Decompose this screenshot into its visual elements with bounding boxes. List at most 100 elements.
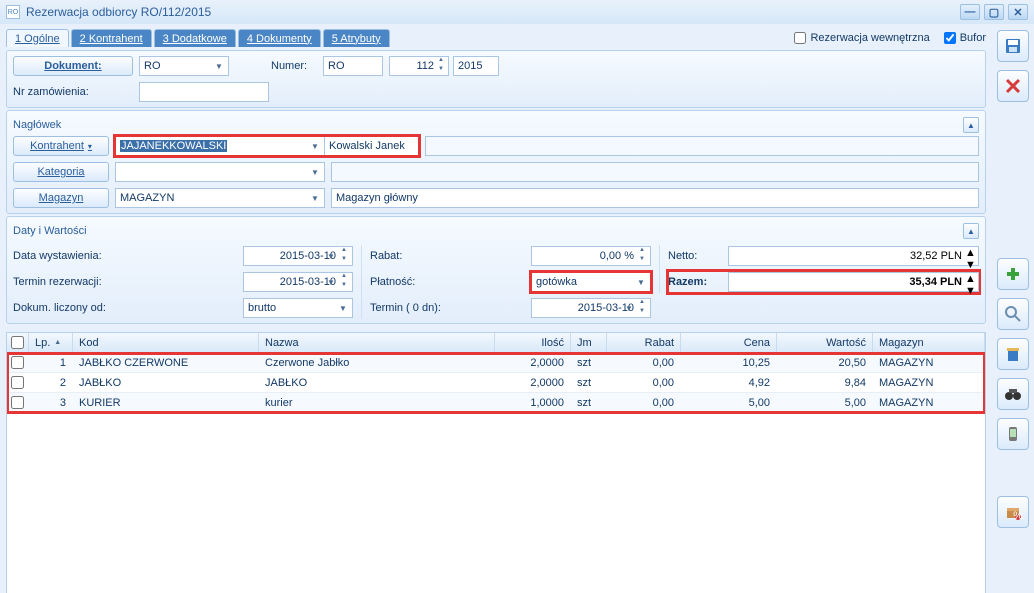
- magazyn-button[interactable]: Magazyn: [13, 188, 109, 208]
- numer-label: Numer:: [271, 60, 317, 72]
- spin-down-icon[interactable]: ▼: [435, 66, 447, 75]
- numer-year-input[interactable]: [453, 56, 499, 76]
- collapse-naglowek-button[interactable]: ▲: [963, 117, 979, 133]
- dokument-button[interactable]: Dokument:: [13, 56, 133, 76]
- chevron-down-icon[interactable]: ▼: [622, 304, 636, 313]
- tab-kontrahent[interactable]: 2 Kontrahent: [71, 29, 152, 47]
- chevron-down-icon[interactable]: ▾: [88, 142, 92, 151]
- kategoria-desc-field: [331, 162, 979, 182]
- cancel-icon: [1004, 77, 1022, 95]
- find-button[interactable]: [997, 378, 1029, 410]
- rabat-label: Rabat:: [370, 250, 430, 262]
- tab-dodatkowe[interactable]: 3 Dodatkowe: [154, 29, 236, 47]
- table-row[interactable]: 2JABŁKOJABŁKO2,0000szt0,004,929,84MAGAZY…: [7, 373, 985, 393]
- magazyn-name-field: Magazyn główny: [331, 188, 979, 208]
- termin-label: Termin ( 0 dn):: [370, 302, 470, 314]
- save-icon: [1004, 37, 1022, 55]
- table-row[interactable]: 3KURIERkurier1,0000szt0,005,005,00MAGAZY…: [7, 393, 985, 413]
- tab-ogolne[interactable]: 1 Ogólne: [6, 29, 69, 47]
- tab-dokumenty[interactable]: 4 Dokumenty: [238, 29, 321, 47]
- dokument-combo[interactable]: RO▼: [139, 56, 229, 76]
- col-lp[interactable]: Lp.: [29, 333, 73, 352]
- kategoria-combo[interactable]: ▼: [115, 162, 325, 182]
- chevron-down-icon[interactable]: ▼: [634, 278, 648, 287]
- dokum-label: Dokum. liczony od:: [13, 302, 113, 314]
- binoculars-icon: [1004, 385, 1022, 403]
- razem-value[interactable]: 35,34 PLN▲▼: [728, 272, 979, 292]
- close-button[interactable]: ✕: [1008, 4, 1028, 20]
- select-all-checkbox[interactable]: [11, 336, 24, 349]
- numer-prefix-input[interactable]: [323, 56, 383, 76]
- trash-icon: [1004, 345, 1022, 363]
- chevron-down-icon[interactable]: ▼: [212, 62, 226, 71]
- netto-value[interactable]: 32,52 PLN▲▼: [728, 246, 979, 266]
- chevron-down-icon[interactable]: ▼: [336, 304, 350, 313]
- col-wartosc[interactable]: Wartość: [777, 333, 873, 352]
- rabat-field[interactable]: 0,00 %▲▼: [531, 246, 651, 266]
- platnosc-combo[interactable]: gotówka▼: [531, 272, 651, 292]
- add-button[interactable]: [997, 258, 1029, 290]
- app-icon: RO: [6, 5, 20, 19]
- daty-header: Daty i Wartości ▲: [13, 221, 979, 241]
- box-icon: %: [1004, 503, 1022, 521]
- save-button[interactable]: [997, 30, 1029, 62]
- data-wyst-field[interactable]: ▼2015-03-10▲▼: [243, 246, 353, 266]
- termin-rez-field[interactable]: ▼2015-03-10▲▼: [243, 272, 353, 292]
- bufor-checkbox[interactable]: Bufor: [944, 32, 986, 44]
- row-checkbox[interactable]: [11, 396, 24, 409]
- razem-row: Razem:35,34 PLN▲▼: [668, 271, 979, 293]
- row-checkbox[interactable]: [11, 376, 24, 389]
- data-wyst-label: Data wystawienia:: [13, 250, 113, 262]
- minimize-button[interactable]: —: [960, 4, 980, 20]
- naglowek-header: Nagłówek ▲: [13, 115, 979, 135]
- title-bar: RO Rezerwacja odbiorcy RO/112/2015 — ▢ ✕: [0, 0, 1034, 24]
- termin-field[interactable]: ▼2015-03-10▲▼: [531, 298, 651, 318]
- spin-up-icon[interactable]: ▲: [435, 57, 447, 66]
- kontrahent-button[interactable]: Kontrahent▾: [13, 136, 109, 156]
- tabs: 1 Ogólne 2 Kontrahent 3 Dodatkowe 4 Doku…: [6, 29, 390, 47]
- search-button[interactable]: [997, 298, 1029, 330]
- platnosc-label: Płatność:: [370, 276, 430, 288]
- chevron-down-icon[interactable]: ▼: [324, 252, 338, 261]
- phone-icon: [1004, 425, 1022, 443]
- phone-button[interactable]: [997, 418, 1029, 450]
- magnifier-icon: [1004, 305, 1022, 323]
- window-title: Rezerwacja odbiorcy RO/112/2015: [26, 5, 956, 19]
- collapse-daty-button[interactable]: ▲: [963, 223, 979, 239]
- chevron-down-icon[interactable]: ▼: [308, 142, 322, 151]
- col-jm[interactable]: Jm: [571, 333, 607, 352]
- package-button[interactable]: %: [997, 496, 1029, 528]
- col-nazwa[interactable]: Nazwa: [259, 333, 495, 352]
- col-magazyn[interactable]: Magazyn: [873, 333, 985, 352]
- plus-icon: [1004, 265, 1022, 283]
- kontrahent-code-combo[interactable]: JAJANEKKOWALSKI▼: [115, 136, 325, 156]
- chevron-down-icon[interactable]: ▼: [324, 278, 338, 287]
- maximize-button[interactable]: ▢: [984, 4, 1004, 20]
- grid-body: 1JABŁKO CZERWONECzerwone Jabłko2,0000szt…: [7, 353, 985, 413]
- termin-rez-label: Termin rezerwacji:: [13, 276, 113, 288]
- kategoria-button[interactable]: Kategoria: [13, 162, 109, 182]
- svg-text:%: %: [1013, 510, 1022, 521]
- nrzam-input[interactable]: [139, 82, 269, 102]
- kontrahent-name-field: Kowalski Janek: [325, 136, 419, 156]
- col-rabat[interactable]: Rabat: [607, 333, 681, 352]
- chevron-down-icon[interactable]: ▼: [308, 168, 322, 177]
- row-checkbox[interactable]: [11, 356, 24, 369]
- col-cena[interactable]: Cena: [681, 333, 777, 352]
- cancel-button[interactable]: [997, 70, 1029, 102]
- magazyn-combo[interactable]: MAGAZYN▼: [115, 188, 325, 208]
- col-ilosc[interactable]: Ilość: [495, 333, 571, 352]
- table-row[interactable]: 1JABŁKO CZERWONECzerwone Jabłko2,0000szt…: [7, 353, 985, 373]
- col-kod[interactable]: Kod: [73, 333, 259, 352]
- grid-header[interactable]: Lp. Kod Nazwa Ilość Jm Rabat Cena Wartoś…: [7, 333, 985, 353]
- dokum-combo[interactable]: brutto▼: [243, 298, 353, 318]
- kontrahent-desc-field: [425, 136, 979, 156]
- sidebar-toolbar: %: [992, 24, 1034, 593]
- chevron-down-icon[interactable]: ▼: [308, 194, 322, 203]
- rezerwacja-wewnetrzna-checkbox[interactable]: Rezerwacja wewnętrzna: [794, 32, 929, 44]
- items-grid: Lp. Kod Nazwa Ilość Jm Rabat Cena Wartoś…: [6, 332, 986, 593]
- tab-atrybuty[interactable]: 5 Atrybuty: [323, 29, 390, 47]
- netto-row: Netto:32,52 PLN▲▼: [668, 245, 979, 267]
- nrzam-label: Nr zamówienia:: [13, 86, 133, 98]
- delete-button[interactable]: [997, 338, 1029, 370]
